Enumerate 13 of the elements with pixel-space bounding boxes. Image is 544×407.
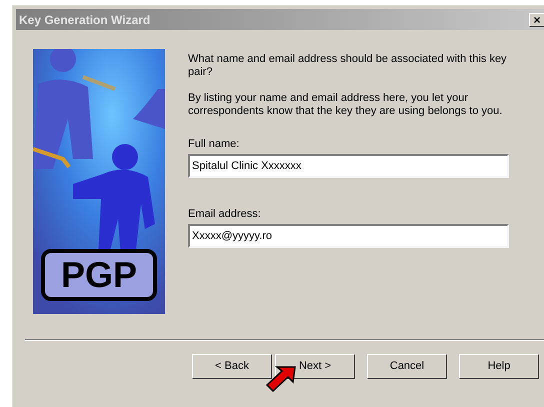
close-button[interactable]: × [529, 12, 544, 26]
window-title: Key Generation Wizard [19, 12, 150, 28]
dialog-button[interactable]: < Back [192, 354, 272, 379]
question-text: What name and email address should be associated with this key pair? [188, 53, 508, 79]
dialog-button[interactable]: Cancel [367, 354, 447, 379]
input-field[interactable]: Spitalul Clinic Xxxxxxx [188, 154, 509, 178]
logo-badge: PGP [41, 249, 157, 301]
explanation-text: By listing your name and email address here, you let your correspondents know that the key they are using belongs to you. [188, 92, 504, 118]
field-label: Email address: [188, 208, 262, 221]
dialog-button[interactable]: Next > [275, 354, 355, 379]
input-field[interactable]: Xxxxx@yyyyy.ro [188, 224, 509, 248]
field-label: Full name: [188, 138, 240, 151]
dialog-button[interactable]: Help [459, 354, 539, 379]
